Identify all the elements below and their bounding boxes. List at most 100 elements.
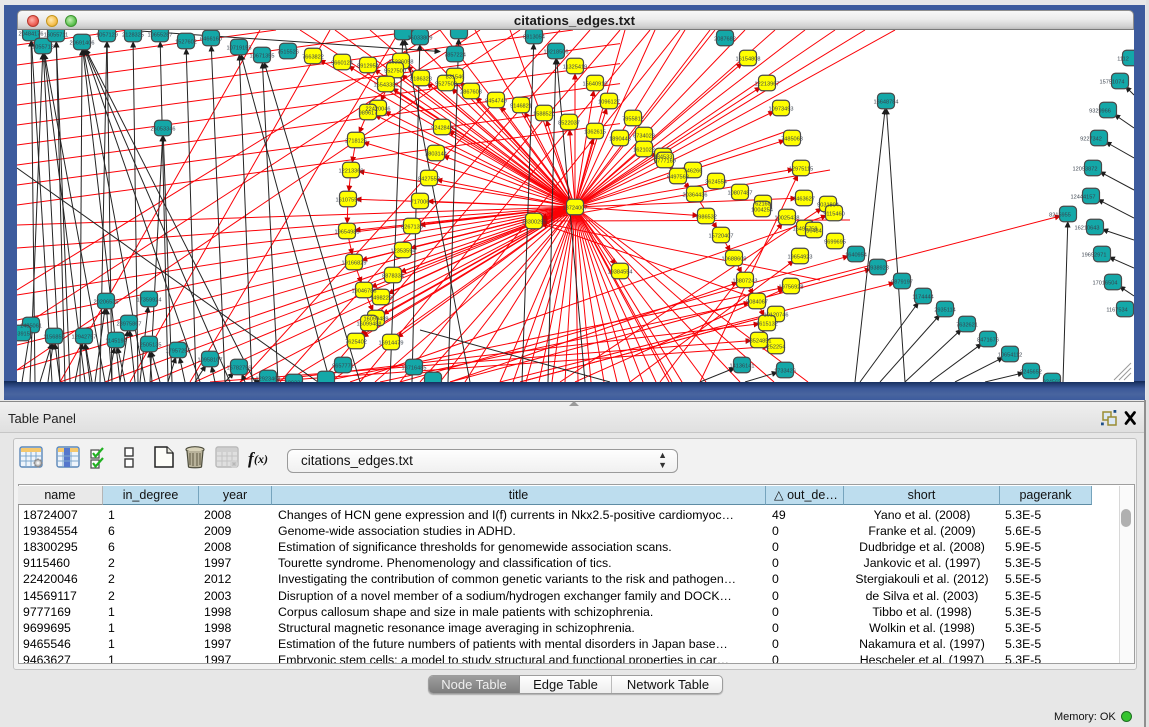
svg-text:2087682: 2087682 xyxy=(714,36,736,42)
svg-text:12353594: 12353594 xyxy=(391,248,416,254)
svg-text:(x): (x) xyxy=(254,452,268,466)
svg-text:1112: 1112 xyxy=(1117,56,1129,62)
svg-text:19756928: 19756928 xyxy=(779,284,804,290)
svg-text:1588520: 1588520 xyxy=(533,111,555,117)
svg-text:10719155: 10719155 xyxy=(227,45,252,51)
svg-text:16055711: 16055711 xyxy=(44,32,68,38)
svg-text:15640910: 15640910 xyxy=(583,81,608,87)
svg-text:6879197: 6879197 xyxy=(891,279,913,285)
svg-text:15720407: 15720407 xyxy=(709,233,734,239)
svg-text:19654923: 19654923 xyxy=(788,254,813,260)
svg-text:2718126: 2718126 xyxy=(345,138,367,144)
svg-text:252254: 252254 xyxy=(767,344,786,350)
svg-text:1167534: 1167534 xyxy=(1106,307,1127,313)
svg-text:12444157: 12444157 xyxy=(1071,194,1096,200)
svg-text:7663822: 7663822 xyxy=(302,54,324,60)
svg-text:6734028: 6734028 xyxy=(633,133,655,139)
svg-text:717006: 717006 xyxy=(411,199,430,205)
svg-text:16543382: 16543382 xyxy=(374,82,399,88)
svg-text:10654112: 10654112 xyxy=(998,352,1022,358)
svg-text:1615132: 1615132 xyxy=(756,321,778,327)
svg-text:20364436: 20364436 xyxy=(683,192,708,198)
svg-text:8186328: 8186328 xyxy=(410,76,432,82)
svg-text:17359924: 17359924 xyxy=(137,297,162,303)
svg-text:9329966: 9329966 xyxy=(1089,108,1111,114)
svg-text:12975115: 12975115 xyxy=(789,166,813,172)
svg-text:9527508: 9527508 xyxy=(435,81,457,87)
svg-text:7955812: 7955812 xyxy=(622,116,644,122)
svg-text:19046786: 19046786 xyxy=(352,288,377,294)
svg-text:8938923: 8938923 xyxy=(867,265,889,271)
svg-text:1939150: 1939150 xyxy=(17,331,33,337)
svg-text:10025438: 10025438 xyxy=(775,215,800,221)
svg-text:18300295: 18300295 xyxy=(522,219,547,225)
svg-text:19654985: 19654985 xyxy=(335,229,360,235)
svg-text:17016504: 17016504 xyxy=(1093,280,1118,286)
svg-text:9699695: 9699695 xyxy=(824,239,846,245)
svg-text:8454749: 8454749 xyxy=(485,98,507,104)
svg-text:1096127: 1096127 xyxy=(598,99,620,105)
svg-text:9146821: 9146821 xyxy=(510,103,532,109)
svg-text:6497568: 6497568 xyxy=(667,174,689,180)
svg-text:7986532: 7986532 xyxy=(695,214,717,220)
svg-text:6466160: 6466160 xyxy=(200,36,222,42)
svg-text:1733426: 1733426 xyxy=(774,368,796,374)
svg-text:12213967: 12213967 xyxy=(755,81,780,87)
svg-text:1621022: 1621022 xyxy=(633,147,655,153)
svg-text:1485061: 1485061 xyxy=(20,323,42,329)
svg-text:1156859: 1156859 xyxy=(43,334,64,340)
svg-text:9245652: 9245652 xyxy=(1020,369,1042,375)
svg-text:16107553: 16107553 xyxy=(336,197,361,203)
svg-text:10120746: 10120746 xyxy=(764,312,789,318)
svg-text:12213369: 12213369 xyxy=(339,168,364,174)
svg-text:12942757: 12942757 xyxy=(72,334,97,340)
svg-text:10688609: 10688609 xyxy=(722,256,747,262)
svg-text:7485063: 7485063 xyxy=(781,136,803,142)
svg-text:26053346: 26053346 xyxy=(151,126,176,132)
svg-text:13716485: 13716485 xyxy=(402,365,427,371)
svg-text:20206536: 20206536 xyxy=(94,299,119,305)
svg-text:19692971: 19692971 xyxy=(1082,252,1107,258)
svg-text:831546: 831546 xyxy=(446,74,465,80)
svg-text:9463627: 9463627 xyxy=(793,196,815,202)
svg-text:10655287: 10655287 xyxy=(148,32,173,38)
svg-text:924565: 924565 xyxy=(1043,379,1062,382)
svg-text:9031804: 9031804 xyxy=(817,202,839,208)
svg-text:19166829: 19166829 xyxy=(342,260,367,266)
svg-text:1057129: 1057129 xyxy=(96,32,118,38)
svg-text:16099488: 16099488 xyxy=(357,321,382,327)
svg-text:1498222: 1498222 xyxy=(370,295,392,301)
svg-text:8427552: 8427552 xyxy=(418,176,440,182)
svg-text:2867608: 2867608 xyxy=(460,89,482,95)
svg-text:8912954: 8912954 xyxy=(357,63,379,69)
svg-text:18724007: 18724007 xyxy=(563,205,588,211)
svg-text:1055713: 1055713 xyxy=(32,44,54,50)
svg-text:2935114: 2935114 xyxy=(934,307,955,313)
svg-text:8267130: 8267130 xyxy=(401,224,423,230)
svg-text:16033809: 16033809 xyxy=(408,35,433,41)
svg-text:9242848: 9242848 xyxy=(431,125,453,131)
svg-text:1004254: 1004254 xyxy=(751,207,773,213)
svg-text:10973493: 10973493 xyxy=(769,106,794,112)
svg-text:12093872: 12093872 xyxy=(1073,166,1098,172)
svg-text:12505135: 12505135 xyxy=(137,342,162,348)
svg-text:19384554: 19384554 xyxy=(608,269,633,275)
svg-text:129234: 129234 xyxy=(285,380,304,382)
svg-text:1362615: 1362615 xyxy=(584,129,606,135)
svg-text:1145194: 1145194 xyxy=(105,338,126,344)
svg-text:7625402: 7625402 xyxy=(345,339,367,345)
svg-text:8215955: 8215955 xyxy=(1049,212,1071,218)
svg-text:9527500: 9527500 xyxy=(384,68,406,74)
svg-text:15751074: 15751074 xyxy=(1100,79,1125,85)
svg-text:15226058: 15226058 xyxy=(389,59,414,65)
svg-text:12923468: 12923468 xyxy=(256,376,281,382)
svg-text:1174444: 1174444 xyxy=(912,294,933,300)
svg-text:20691406: 20691406 xyxy=(70,40,95,46)
svg-text:7857224: 7857224 xyxy=(444,52,466,58)
svg-text:8878334: 8878334 xyxy=(382,273,404,279)
svg-text:1890448: 1890448 xyxy=(609,136,631,142)
svg-text:7632621: 7632621 xyxy=(956,322,978,328)
svg-text:10671355: 10671355 xyxy=(250,53,275,59)
svg-text:989617: 989617 xyxy=(359,110,378,116)
svg-text:96484: 96484 xyxy=(806,228,822,234)
